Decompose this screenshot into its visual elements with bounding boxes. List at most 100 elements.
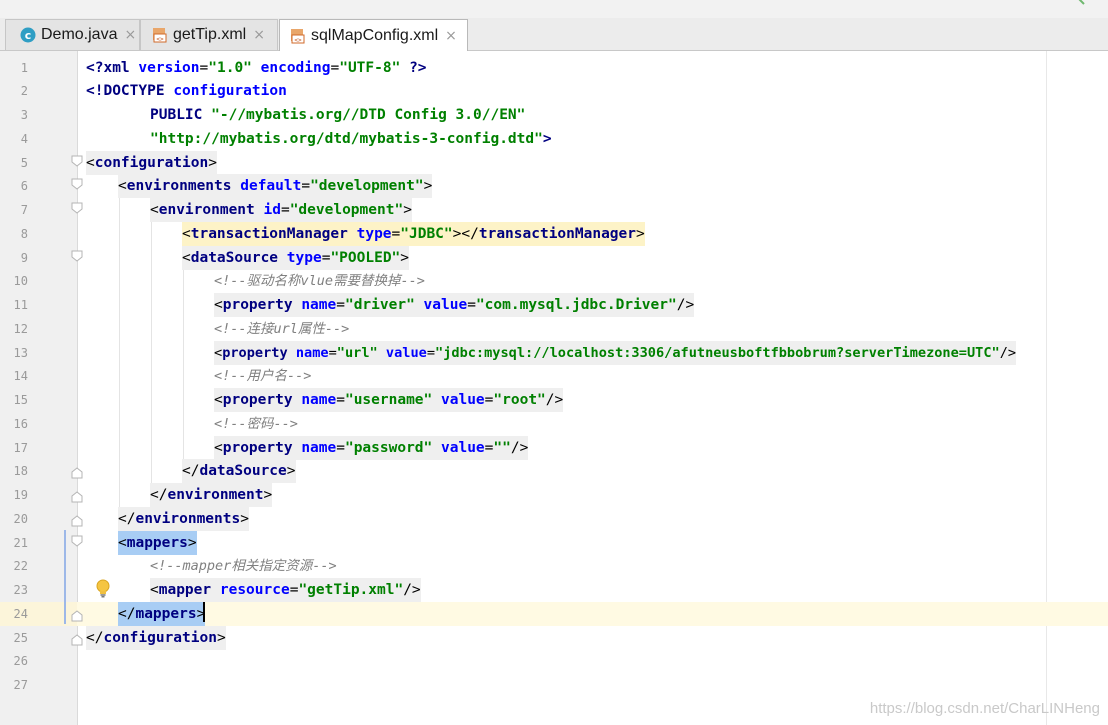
editor-tab-bar: c Demo.java × <> getTip.xml × <> sqlMapC… <box>0 18 1108 51</box>
fold-close-icon[interactable] <box>71 515 83 527</box>
gutter-cell: 2 <box>0 79 77 103</box>
gutter-cell: 20 <box>0 507 83 531</box>
code-text: <dataSource type="POOLED"> <box>182 246 410 270</box>
line-number: 19 <box>13 488 28 502</box>
code-text: "http://mybatis.org/dtd/mybatis-3-config… <box>150 131 552 147</box>
line-number: 16 <box>13 417 28 431</box>
fold-close-icon[interactable] <box>71 634 83 646</box>
line-number: 6 <box>20 179 28 193</box>
line-number: 26 <box>13 654 28 668</box>
code-line[interactable]: 2 <!DOCTYPE configuration <box>0 79 1108 103</box>
gutter-cell: 6 <box>0 174 83 198</box>
code-text: <environments default="development"> <box>118 174 433 198</box>
code-line[interactable]: 17 <property name="password" value=""/> <box>0 436 1108 460</box>
code-comment: <!--mapper相关指定资源--> <box>150 558 337 574</box>
code-line[interactable]: 9 <dataSource type="POOLED"> <box>0 246 1108 270</box>
code-text: <mapper resource="getTip.xml"/> <box>150 578 421 602</box>
code-text: <property name="driver" value="com.mysql… <box>214 293 695 317</box>
code-text: PUBLIC "-//mybatis.org//DTD Config 3.0//… <box>150 107 526 123</box>
code-text: <configuration> <box>86 151 217 175</box>
code-text: <?xml version="1.0" encoding="UTF-8" ?> <box>86 60 427 76</box>
code-line[interactable]: 13 <property name="url" value="jdbc:mysq… <box>0 341 1108 365</box>
gutter-cell: 9 <box>0 246 83 270</box>
fold-close-icon[interactable] <box>71 467 83 479</box>
line-number: 13 <box>13 346 28 360</box>
code-line[interactable]: 3 PUBLIC "-//mybatis.org//DTD Config 3.0… <box>0 103 1108 127</box>
code-text: <property name="url" value="jdbc:mysql:/… <box>214 341 1017 365</box>
code-line[interactable]: 12 <!--连接url属性--> <box>0 317 1108 341</box>
line-number: 17 <box>13 441 28 455</box>
code-text: <transactionManager type="JDBC"></transa… <box>182 222 645 246</box>
line-number: 7 <box>20 203 28 217</box>
code-text: <property name="password" value=""/> <box>214 436 529 460</box>
code-editor[interactable]: 1 <?xml version="1.0" encoding="UTF-8" ?… <box>0 51 1108 725</box>
tab-label: getTip.xml <box>173 26 247 43</box>
xml-file-icon: <> <box>291 28 305 44</box>
gutter-cell: 13 <box>0 341 77 365</box>
line-number: 21 <box>13 536 28 550</box>
code-line[interactable]: 11 <property name="driver" value="com.my… <box>0 293 1108 317</box>
code-line[interactable]: 23 <mapper resource="getTip.xml"/> <box>0 578 1108 602</box>
line-number: 22 <box>13 559 28 573</box>
close-icon[interactable]: × <box>253 27 265 43</box>
gutter-cell: 1 <box>0 56 77 80</box>
code-line[interactable]: 25 </configuration> <box>0 626 1108 650</box>
gutter-cell: 15 <box>0 388 77 412</box>
tab-demo-java[interactable]: c Demo.java × <box>5 19 140 50</box>
tab-label: sqlMapConfig.xml <box>311 26 439 44</box>
fold-close-icon[interactable] <box>71 491 83 503</box>
line-number: 20 <box>13 512 28 526</box>
code-line[interactable]: 15 <property name="username" value="root… <box>0 388 1108 412</box>
gutter-cell: 10 <box>0 269 77 293</box>
tab-gettip-xml[interactable]: <> getTip.xml × <box>140 19 278 50</box>
tab-sqlmapconfig-xml[interactable]: <> sqlMapConfig.xml × <box>279 19 468 51</box>
fold-close-icon[interactable] <box>71 610 83 622</box>
code-line-current[interactable]: 24 </mappers> <box>0 602 1108 626</box>
lightbulb-icon[interactable] <box>95 579 111 599</box>
gutter-cell: 27 <box>0 673 77 697</box>
gutter-cell: 25 <box>0 626 83 650</box>
code-line[interactable]: 4 "http://mybatis.org/dtd/mybatis-3-conf… <box>0 127 1108 151</box>
text-caret <box>203 602 205 622</box>
code-line[interactable]: 26 <box>0 649 1108 673</box>
gutter-cell: 19 <box>0 483 83 507</box>
gutter-cell: 5 <box>0 151 83 175</box>
code-line[interactable]: 1 <?xml version="1.0" encoding="UTF-8" ?… <box>0 56 1108 80</box>
close-icon[interactable]: × <box>124 27 136 43</box>
code-line[interactable]: 10 <!--驱动名称vlue需要替换掉--> <box>0 269 1108 293</box>
close-icon[interactable]: × <box>445 28 457 44</box>
code-line[interactable]: 22 <!--mapper相关指定资源--> <box>0 554 1108 578</box>
code-text: </dataSource> <box>182 459 296 483</box>
corner-arrow-icon[interactable] <box>1074 0 1088 10</box>
code-line[interactable]: 20 </environments> <box>0 507 1108 531</box>
code-text: </configuration> <box>86 626 226 650</box>
gutter-cell: 18 <box>0 459 83 483</box>
line-number: 11 <box>13 298 28 312</box>
code-line[interactable]: 18 </dataSource> <box>0 459 1108 483</box>
line-number: 4 <box>20 132 28 146</box>
fold-open-icon[interactable] <box>71 535 83 547</box>
gutter-cell: 8 <box>0 222 77 246</box>
line-number: 18 <box>13 464 28 478</box>
fold-open-icon[interactable] <box>71 250 83 262</box>
gutter-cell: 11 <box>0 293 77 317</box>
code-line[interactable]: 16 <!--密码--> <box>0 412 1108 436</box>
code-comment: <!--连接url属性--> <box>214 321 350 337</box>
line-number: 12 <box>13 322 28 336</box>
tab-label: Demo.java <box>41 26 118 43</box>
code-line[interactable]: 14 <!--用户名--> <box>0 364 1108 388</box>
line-number: 10 <box>13 274 28 288</box>
fold-open-icon[interactable] <box>71 202 83 214</box>
fold-open-icon[interactable] <box>71 155 83 167</box>
code-line[interactable]: 27 <box>0 673 1108 697</box>
code-line[interactable]: 5 <configuration> <box>0 151 1108 175</box>
xml-file-icon: <> <box>153 28 167 43</box>
code-line[interactable]: 6 <environments default="development"> <box>0 174 1108 198</box>
fold-open-icon[interactable] <box>71 178 83 190</box>
gutter-cell: 16 <box>0 412 77 436</box>
code-line[interactable]: 7 <environment id="development"> <box>0 198 1108 222</box>
svg-text:c: c <box>25 29 32 42</box>
code-line[interactable]: 21 <mappers> <box>0 531 1108 555</box>
code-line[interactable]: 19 </environment> <box>0 483 1108 507</box>
code-line[interactable]: 8 <transactionManager type="JDBC"></tran… <box>0 222 1108 246</box>
